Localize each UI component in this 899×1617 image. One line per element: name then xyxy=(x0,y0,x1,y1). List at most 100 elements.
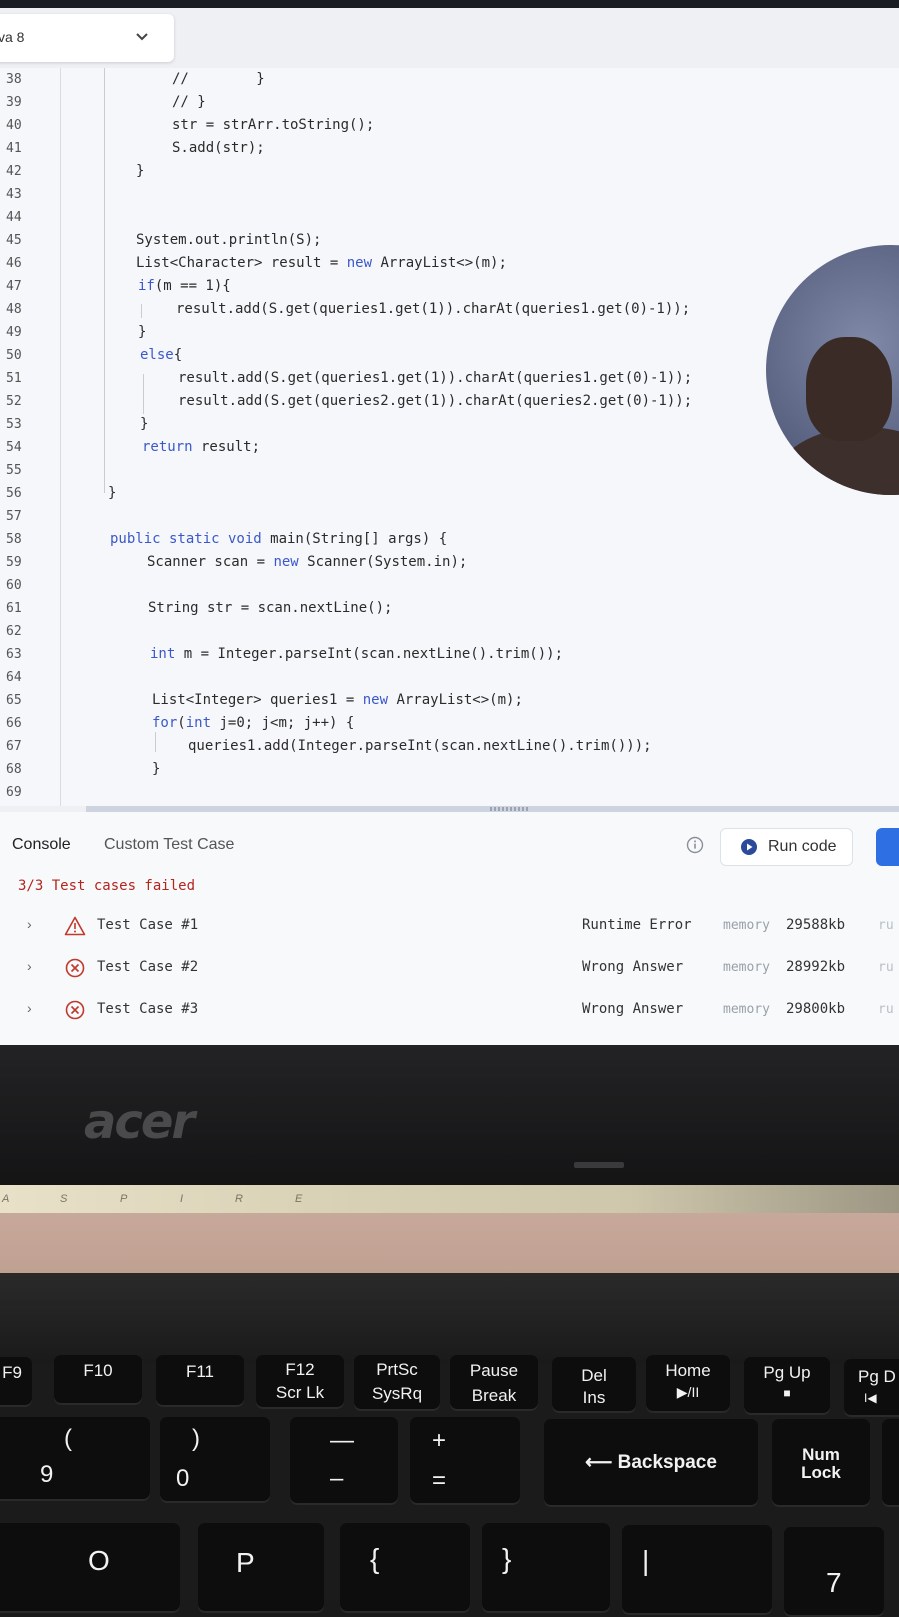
chevron-right-icon[interactable]: › xyxy=(27,958,32,974)
test-case-row[interactable]: › Test Case #2 Wrong Answer memory 28992… xyxy=(0,956,899,986)
line-number: 52 xyxy=(6,394,22,409)
code-line[interactable]: 48 result.add(S.get(queries1.get(1)).char… xyxy=(0,298,899,321)
hinge-letter: E xyxy=(295,1193,303,1205)
memory-value: 29588kb xyxy=(786,917,846,933)
code-line[interactable]: 52 result.add(S.get(queries2.get(1)).char… xyxy=(0,390,899,413)
code-line[interactable]: 43 xyxy=(0,183,899,206)
info-icon[interactable] xyxy=(686,836,704,854)
code-line[interactable]: 53} xyxy=(0,413,899,436)
key-rbrace[interactable]: } xyxy=(482,1523,610,1613)
key-num-slash[interactable] xyxy=(882,1419,899,1507)
line-number: 48 xyxy=(6,302,22,317)
code-line[interactable]: 69 xyxy=(0,781,899,804)
code-token: System.out.println(S); xyxy=(136,232,322,248)
line-number: 68 xyxy=(6,762,22,777)
code-line[interactable]: 67 queries1.add(Integer.parseInt(scan.nex… xyxy=(0,735,899,758)
code-line[interactable]: 39 // } xyxy=(0,91,899,114)
line-number: 64 xyxy=(6,670,22,685)
code-line[interactable]: 55 xyxy=(0,459,899,482)
test-case-row[interactable]: › Test Case #1 Runtime Error memory 2958… xyxy=(0,914,899,944)
splitter-grip-handle[interactable] xyxy=(490,807,530,811)
code-line[interactable]: 66 for(int j=0; j<m; j++) { xyxy=(0,712,899,735)
tab-console[interactable]: Console xyxy=(12,836,71,854)
chevron-right-icon[interactable]: › xyxy=(27,1000,32,1016)
code-line[interactable]: 60 xyxy=(0,574,899,597)
key-prtsc[interactable]: PrtSc SysRq xyxy=(354,1355,440,1411)
test-case-row[interactable]: › Test Case #3 Wrong Answer memory 29800… xyxy=(0,998,899,1028)
key-numlock[interactable]: Num Lock xyxy=(772,1419,870,1507)
line-number: 43 xyxy=(6,187,22,202)
code-token: result.add(S.get(queries2.get(1)).charAt… xyxy=(178,393,693,409)
code-line[interactable]: 50 else{ xyxy=(0,344,899,367)
code-token: ArrayList<>(m); xyxy=(388,692,523,708)
code-line[interactable]: 45 System.out.println(S); xyxy=(0,229,899,252)
code-line[interactable]: 62 xyxy=(0,620,899,643)
code-line[interactable]: 68} xyxy=(0,758,899,781)
key-backspace[interactable]: ⟵ Backspace xyxy=(544,1419,758,1507)
key-9[interactable]: ( 9 xyxy=(0,1417,150,1501)
code-line[interactable]: 57 xyxy=(0,505,899,528)
key-lbrace[interactable]: { xyxy=(340,1523,470,1613)
code-line[interactable]: 54 return result; xyxy=(0,436,899,459)
run-code-button[interactable]: Run code xyxy=(720,828,853,866)
line-number: 50 xyxy=(6,348,22,363)
line-number: 60 xyxy=(6,578,22,593)
code-line[interactable]: 58 public static void main(String[] args)… xyxy=(0,528,899,551)
code-line[interactable]: 42} xyxy=(0,160,899,183)
language-select[interactable]: va 8 xyxy=(0,14,174,62)
key-f11[interactable]: F11 xyxy=(156,1355,244,1407)
line-number: 41 xyxy=(6,141,22,156)
key-f9[interactable]: F9 xyxy=(0,1357,32,1407)
key-f10[interactable]: F10 xyxy=(54,1355,142,1405)
code-token: (m == 1){ xyxy=(154,278,231,294)
line-number: 63 xyxy=(6,647,22,662)
code-token: ArrayList<>(m); xyxy=(372,255,507,271)
line-number: 58 xyxy=(6,532,22,547)
code-line[interactable]: 38 // } xyxy=(0,68,899,91)
code-token: } xyxy=(136,163,145,179)
code-token: { xyxy=(173,347,183,363)
line-number: 59 xyxy=(6,555,22,570)
key-pgdn[interactable]: Pg D I◀ xyxy=(844,1359,899,1417)
code-line[interactable]: 40 str = strArr.toString(); xyxy=(0,114,899,137)
runtime-label: ru xyxy=(878,918,894,933)
submit-button[interactable] xyxy=(876,828,899,866)
key-pipe[interactable]: | xyxy=(622,1525,772,1615)
key-del[interactable]: Del Ins xyxy=(552,1357,636,1413)
code-line[interactable]: 64 xyxy=(0,666,899,689)
code-line[interactable]: 56} xyxy=(0,482,899,505)
code-editor[interactable]: 38 // } 39 // } 40 str = strArr.toString(); 41… xyxy=(0,68,899,806)
code-line[interactable]: 65 List<Integer> queries1 = new ArrayList… xyxy=(0,689,899,712)
key-pause[interactable]: Pause Break xyxy=(450,1355,538,1411)
key-pgup[interactable]: Pg Up ■ xyxy=(744,1357,830,1415)
runtime-label: ru xyxy=(878,960,894,975)
code-line[interactable]: 59 Scanner scan = new Scanner(System.in); xyxy=(0,551,899,574)
key-equal[interactable]: + = xyxy=(410,1417,520,1505)
key-o[interactable]: O xyxy=(0,1523,180,1613)
code-line[interactable]: 41 S.add(str); xyxy=(0,137,899,160)
line-number: 61 xyxy=(6,601,22,616)
line-number: 51 xyxy=(6,371,22,386)
key-p[interactable]: P xyxy=(198,1523,324,1613)
code-token: Scanner(System.in); xyxy=(298,554,468,570)
code-line[interactable]: 47 if(m == 1){ xyxy=(0,275,899,298)
code-line[interactable]: 63 int m = Integer.parseInt(scan.nextLine… xyxy=(0,643,899,666)
key-f12[interactable]: F12 Scr Lk xyxy=(256,1355,344,1409)
code-token: result; xyxy=(192,439,261,455)
tab-custom-test-case[interactable]: Custom Test Case xyxy=(104,836,234,854)
code-text: result.add(S.get(queries1.get(1)).charAt… xyxy=(178,367,692,390)
key-num7[interactable]: 7 xyxy=(784,1527,884,1617)
key-0[interactable]: ) 0 xyxy=(160,1417,270,1503)
code-line[interactable]: 51 result.add(S.get(queries1.get(1)).char… xyxy=(0,367,899,390)
code-line[interactable]: 46 List<Character> result = new ArrayList… xyxy=(0,252,899,275)
code-text: return result; xyxy=(142,436,260,459)
chevron-right-icon[interactable]: › xyxy=(27,916,32,932)
play-icon xyxy=(741,839,757,855)
key-minus[interactable]: — – xyxy=(290,1417,398,1505)
code-text: else{ xyxy=(140,344,182,367)
key-home[interactable]: Home ▶/II xyxy=(646,1355,730,1413)
language-select-value: va 8 xyxy=(0,29,25,45)
code-line[interactable]: 49} xyxy=(0,321,899,344)
code-line[interactable]: 44 xyxy=(0,206,899,229)
code-line[interactable]: 61 String str = scan.nextLine(); xyxy=(0,597,899,620)
